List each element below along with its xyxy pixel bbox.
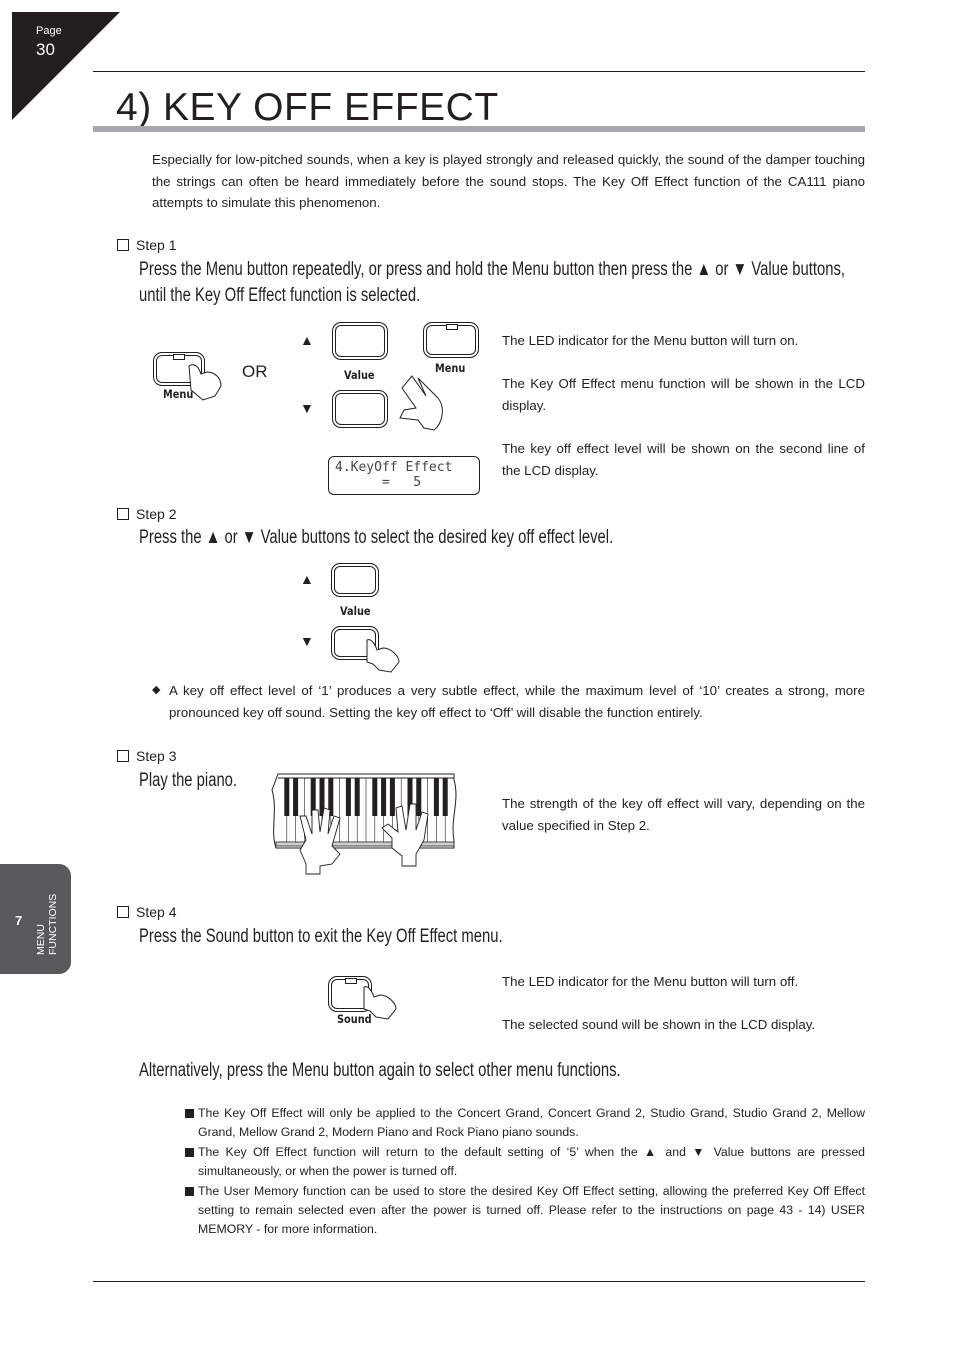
step1-instruction-line1: Press the Menu button repeatedly, or pre…	[139, 259, 845, 280]
lcd-display: 4.KeyOff Effect = 5	[328, 456, 480, 495]
or-label: OR	[242, 362, 268, 381]
alternative-instruction: Alternatively, press the Menu button aga…	[139, 1060, 621, 1081]
page-label: Page	[36, 25, 62, 37]
chapter-number: 7	[15, 913, 23, 928]
sound-caption: Sound	[337, 1012, 372, 1026]
step4-label-text: Step 4	[136, 904, 177, 920]
checkbox-icon	[117, 239, 129, 251]
black-key	[416, 778, 422, 816]
menu-button-illustration-2	[423, 322, 479, 358]
lcd-line2: = 5	[335, 475, 422, 490]
step4-note-2: The selected sound will be shown in the …	[502, 1017, 816, 1032]
step4-instruction: Press the Sound button to exit the Key O…	[139, 926, 503, 947]
led-indicator-icon	[446, 324, 458, 330]
step1-note-2: The Key Off Effect menu function will be…	[502, 376, 865, 413]
page-number: 30	[36, 40, 55, 59]
checkbox-icon	[117, 750, 129, 762]
square-bullet-icon	[185, 1186, 194, 1196]
step4-label: Step 4	[117, 904, 176, 920]
square-bullet-icon	[185, 1109, 194, 1118]
black-key	[433, 778, 439, 816]
piano-keyboard-hands-illustration	[271, 773, 457, 875]
black-key	[345, 778, 351, 816]
led-indicator-icon	[173, 354, 185, 360]
bottom-rule	[93, 1281, 865, 1282]
footnote: The Key Off Effect function will return …	[185, 1143, 865, 1182]
black-key	[381, 778, 387, 816]
value-caption: Value	[344, 368, 375, 382]
black-key	[442, 778, 448, 816]
checkbox-icon	[117, 906, 129, 918]
menu-caption: Menu	[163, 387, 194, 401]
up-arrow-icon: ▲	[300, 332, 314, 348]
value-down-button-illustration	[332, 390, 388, 428]
chapter-title: MENU FUNCTIONS	[35, 894, 59, 955]
step2-label-text: Step 2	[136, 506, 177, 522]
checkbox-icon	[117, 508, 129, 520]
step1-instruction-line2: until the Key Off Effect function is sel…	[139, 285, 421, 306]
step2-label: Step 2	[117, 506, 176, 522]
step3-instruction: Play the piano.	[139, 770, 238, 791]
step1-label: Step 1	[117, 237, 176, 253]
chapter-title-line2: FUNCTIONS	[47, 893, 59, 955]
chapter-title-line1: MENU	[35, 924, 47, 955]
down-arrow-icon: ▼	[300, 400, 314, 416]
square-bullet-icon	[185, 1147, 194, 1157]
black-key	[372, 778, 378, 816]
intro-paragraph: Especially for low-pitched sounds, when …	[152, 152, 865, 211]
pointing-hand-icon	[366, 639, 400, 673]
value-up-button-illustration	[332, 322, 388, 360]
black-key	[284, 778, 290, 816]
down-arrow-icon: ▼	[300, 633, 314, 649]
black-key	[389, 778, 395, 816]
footnote: The User Memory function can be used to …	[185, 1182, 865, 1240]
up-arrow-icon: ▲	[300, 571, 314, 587]
black-key	[293, 778, 299, 816]
footnote-text: The Key Off Effect will only be applied …	[198, 1106, 865, 1140]
value-caption: Value	[340, 604, 371, 618]
step3-note: The strength of the key off effect will …	[502, 796, 865, 833]
footnotes: The Key Off Effect will only be applied …	[185, 1104, 865, 1240]
lcd-line1: 4.KeyOff Effect	[335, 460, 453, 475]
value-up-button-illustration	[331, 563, 379, 597]
step2-bullet-note: A key off effect level of ‘1’ produces a…	[169, 683, 865, 720]
page-title: 4) KEY OFF EFFECT	[116, 86, 499, 129]
top-rule	[93, 71, 865, 72]
footnote-text: The User Memory function can be used to …	[198, 1183, 865, 1237]
footnote-text: The Key Off Effect function will return …	[198, 1144, 865, 1179]
step1-note-3: The key off effect level will be shown o…	[502, 441, 865, 478]
step1-label-text: Step 1	[136, 237, 177, 253]
step4-note-1: The LED indicator for the Menu button wi…	[502, 974, 799, 989]
title-underline	[93, 126, 865, 132]
step2-instruction: Press the ▲ or ▼ Value buttons to select…	[139, 527, 614, 548]
two-finger-hand-icon	[399, 375, 443, 431]
black-key	[354, 778, 360, 816]
step1-note-1: The LED indicator for the Menu button wi…	[502, 333, 799, 348]
footnote: The Key Off Effect will only be applied …	[185, 1104, 865, 1143]
step3-label-text: Step 3	[136, 748, 177, 764]
page-corner-tab	[12, 12, 120, 120]
led-indicator-icon	[345, 978, 357, 984]
step3-label: Step 3	[117, 748, 176, 764]
keyboard-outline	[271, 773, 457, 849]
bullet-diamond-icon: ◆	[152, 684, 161, 696]
